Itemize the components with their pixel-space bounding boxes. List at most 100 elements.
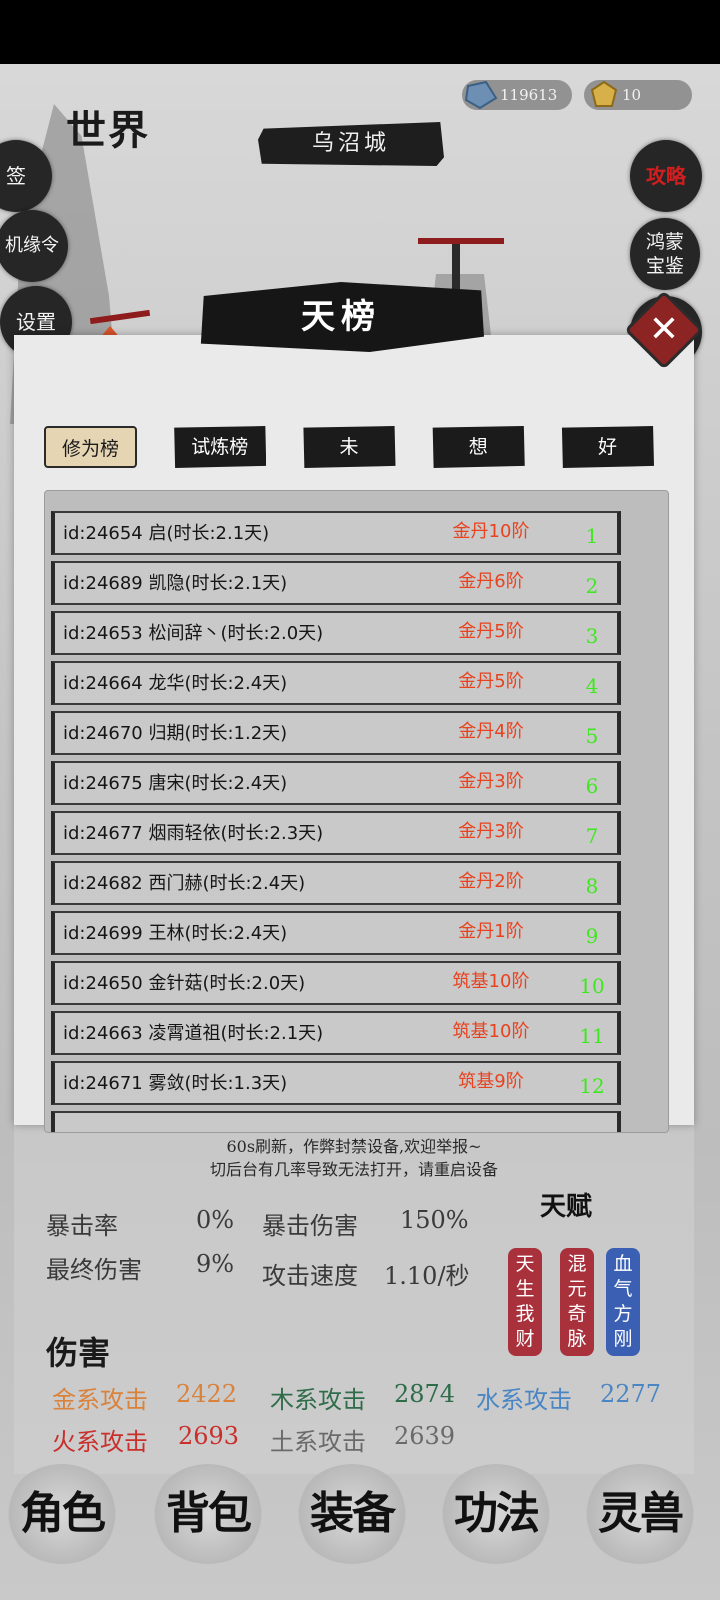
footnote: 60s刷新，作弊封禁设备,欢迎举报~ 切后台有几率导致无法打开，请重启设备: [14, 1135, 694, 1181]
ranking-row[interactable]: id:24682 西门赫(时长:2.4天) 金丹2阶 8: [51, 861, 621, 905]
metal-attack-value: 2422: [176, 1380, 238, 1408]
talent-badge-2[interactable]: 混元奇脉: [560, 1248, 594, 1356]
cultivation-rank: 金丹10阶: [452, 521, 530, 542]
player-name: id:24689 凯隐(时长:2.1天): [63, 573, 288, 594]
footnote-restart: 切后台有几率导致无法打开，请重启设备: [209, 1160, 498, 1179]
cultivation-rank: 金丹5阶: [458, 621, 524, 642]
ranking-row[interactable]: id:24650 金针菇(时长:2.0天) 筑基10阶 10: [51, 961, 621, 1005]
ranking-row[interactable]: id:24689 凯隐(时长:2.1天) 金丹6阶 2: [51, 561, 621, 605]
player-name: id:24675 唐宋(时长:2.4天): [63, 773, 288, 794]
player-name: id:24671 雾敛(时长:1.3天): [63, 1073, 288, 1094]
status-bar: [0, 0, 720, 64]
crit-dmg-value: 150%: [400, 1206, 469, 1234]
gold-amount: 10: [622, 86, 642, 104]
ranking-row[interactable]: id:24675 唐宋(时长:2.4天) 金丹3阶 6: [51, 761, 621, 805]
ranking-row-partial[interactable]: [51, 1111, 621, 1132]
player-name: id:24650 金针菇(时长:2.0天): [63, 973, 306, 994]
rank-position: 9: [585, 924, 599, 948]
jade-gem-icon: [464, 80, 498, 110]
tab-4[interactable]: 想: [432, 426, 525, 468]
modal-title: 天榜: [200, 282, 484, 352]
ranking-list[interactable]: id:24654 启(时长:2.1天) 金丹10阶 1 id:24689 凯隐(时长:…: [44, 490, 669, 1133]
water-attack-value: 2277: [600, 1380, 662, 1408]
cultivation-rank: 筑基9阶: [458, 1071, 524, 1092]
player-name: id:24663 凌霄道祖(时长:2.1天): [63, 1023, 324, 1044]
crit-rate-value: 0%: [196, 1206, 235, 1234]
ranking-row[interactable]: id:24653 松间辞丶(时长:2.0天) 金丹5阶 3: [51, 611, 621, 655]
cultivation-rank: 金丹1阶: [458, 921, 524, 942]
tab-5[interactable]: 好: [561, 426, 654, 468]
talent-badge-3[interactable]: 血气方刚: [606, 1248, 640, 1356]
right-menu-guide-button[interactable]: 攻略: [630, 140, 702, 212]
metal-attack-label: 金系攻击: [52, 1386, 148, 1414]
ranking-row[interactable]: id:24671 雾敛(时长:1.3天) 筑基9阶 12: [51, 1061, 621, 1105]
nav-character[interactable]: 角色: [6, 1464, 118, 1564]
right-menu-guide-label: 攻略: [646, 164, 686, 188]
ranking-row[interactable]: id:24663 凌霄道祖(时长:2.1天) 筑基10阶 11: [51, 1011, 621, 1055]
player-name: id:24682 西门赫(时长:2.4天): [63, 873, 306, 894]
earth-attack-value: 2639: [394, 1422, 456, 1450]
ranking-row[interactable]: id:24664 龙华(时长:2.4天) 金丹5阶 4: [51, 661, 621, 705]
tab-trial[interactable]: 试炼榜: [174, 426, 267, 468]
left-menu-fortune-label: 机缘令: [5, 235, 59, 256]
rank-position: 5: [585, 724, 599, 748]
ranking-row[interactable]: id:24699 王林(时长:2.4天) 金丹1阶 9: [51, 911, 621, 955]
damage-title: 伤害: [46, 1334, 111, 1372]
tab-bar: 修为榜 试炼榜 未 想 好: [44, 426, 654, 468]
bottom-nav: 角色 背包 装备 功法 灵兽: [0, 1448, 720, 1600]
atk-speed-label: 攻击速度: [262, 1262, 358, 1290]
water-attack-label: 水系攻击: [476, 1386, 572, 1414]
world-title: 世界: [66, 107, 150, 154]
wood-attack-value: 2874: [394, 1380, 456, 1408]
player-name: id:24677 烟雨轻依(时长:2.3天): [63, 823, 324, 844]
cultivation-rank: 筑基10阶: [452, 971, 530, 992]
tab-cultivation[interactable]: 修为榜: [44, 426, 137, 468]
rank-position: 6: [585, 774, 599, 798]
nav-skills[interactable]: 功法: [440, 1464, 552, 1564]
rank-position: 10: [579, 974, 605, 998]
nav-bag[interactable]: 背包: [152, 1464, 264, 1564]
gold-currency: 10: [584, 80, 692, 110]
final-dmg-label: 最终伤害: [46, 1256, 142, 1284]
cultivation-rank: 金丹2阶: [458, 871, 524, 892]
ranking-row[interactable]: id:24670 归期(时长:1.2天) 金丹4阶 5: [51, 711, 621, 755]
player-name: id:24699 王林(时长:2.4天): [63, 923, 288, 944]
footnote-refresh: 60s刷新，作弊封禁设备,欢迎举报~: [226, 1137, 482, 1156]
city-banner[interactable]: 乌沼城: [258, 122, 444, 166]
player-name: id:24670 归期(时长:1.2天): [63, 723, 288, 744]
talent-title: 天赋: [540, 1192, 593, 1222]
rank-position: 4: [585, 674, 599, 698]
left-menu-sign-label: 签: [6, 164, 26, 188]
rank-position: 1: [585, 524, 599, 548]
atk-speed-value: 1.10/秒: [384, 1262, 470, 1290]
jade-currency: 119613: [462, 80, 572, 110]
nav-pets[interactable]: 灵兽: [584, 1464, 696, 1564]
right-menu-treasure-label: 鸿蒙宝鉴: [645, 231, 684, 277]
close-icon: ✕: [648, 309, 680, 350]
ranking-modal: 修为榜 试炼榜 未 想 好 id:24654 启(时长:2.1天) 金丹10阶 1 i…: [14, 335, 694, 1179]
crit-rate-label: 暴击率: [46, 1212, 118, 1240]
ranking-row[interactable]: id:24654 启(时长:2.1天) 金丹10阶 1: [51, 511, 621, 555]
cultivation-rank: 筑基10阶: [452, 1021, 530, 1042]
wood-attack-label: 木系攻击: [270, 1386, 366, 1414]
cultivation-rank: 金丹6阶: [458, 571, 524, 592]
rank-position: 8: [585, 874, 599, 898]
talent-badge-1[interactable]: 天生我财: [508, 1248, 542, 1356]
rank-position: 2: [585, 574, 599, 598]
player-name: id:24653 松间辞丶(时长:2.0天): [63, 623, 324, 644]
nav-equipment[interactable]: 装备: [296, 1464, 408, 1564]
rank-position: 7: [585, 824, 599, 848]
cultivation-rank: 金丹3阶: [458, 821, 524, 842]
player-name: id:24664 龙华(时长:2.4天): [63, 673, 288, 694]
crit-dmg-label: 暴击伤害: [262, 1212, 358, 1240]
cultivation-rank: 金丹5阶: [458, 671, 524, 692]
gold-ingot-icon: [590, 80, 618, 107]
ranking-row[interactable]: id:24677 烟雨轻依(时长:2.3天) 金丹3阶 7: [51, 811, 621, 855]
jade-amount: 119613: [500, 86, 558, 104]
tab-3[interactable]: 未: [303, 426, 396, 468]
rank-position: 3: [585, 624, 599, 648]
cultivation-rank: 金丹4阶: [458, 721, 524, 742]
rank-position: 12: [579, 1074, 605, 1098]
right-menu-treasure-button[interactable]: 鸿蒙宝鉴: [630, 218, 700, 290]
fire-attack-value: 2693: [178, 1422, 240, 1450]
